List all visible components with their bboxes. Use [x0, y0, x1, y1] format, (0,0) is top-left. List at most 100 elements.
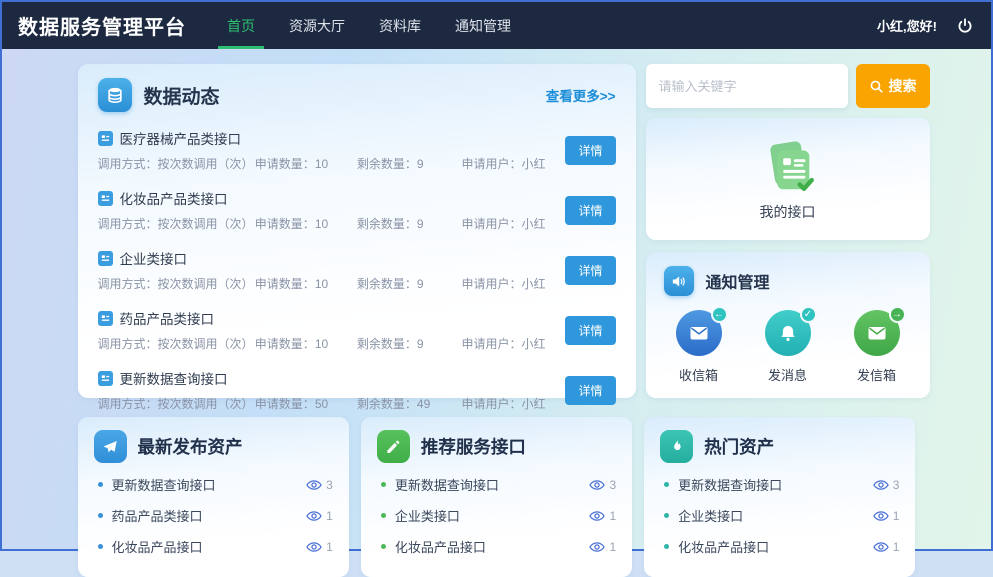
- asset-row[interactable]: 企业类接口 1: [660, 506, 899, 525]
- view-count: 1: [893, 540, 900, 554]
- user-value: 小红: [521, 277, 545, 291]
- bullet-dot: [664, 482, 669, 487]
- asset-row[interactable]: 化妆品产品接口 1: [660, 537, 899, 556]
- doc-icon: [98, 311, 113, 326]
- asset-title: 化妆品产品接口: [395, 537, 486, 556]
- app-title: 数据服务管理平台: [18, 11, 186, 40]
- user-greeting: 小红,您好!: [877, 16, 937, 35]
- latest-assets-card: 最新发布资产 更新数据查询接口 3 药品产品类接口 1 化妆品产品接口 1: [78, 417, 349, 577]
- data-item: 化妆品产品类接口 调用方式：按次数调用（次） 申请数量：10 剩余数量：9 申请…: [98, 188, 616, 232]
- recommended-services-title: 推荐服务接口: [421, 434, 526, 459]
- remain-value: 9: [417, 277, 424, 291]
- nav-tab-resource-hall[interactable]: 资源大厅: [272, 2, 362, 49]
- latest-assets-title: 最新发布资产: [138, 434, 243, 459]
- eye-icon: [306, 510, 322, 522]
- asset-row[interactable]: 企业类接口 1: [377, 506, 616, 525]
- notice-title: 通知管理: [706, 269, 770, 293]
- asset-row[interactable]: 更新数据查询接口 3: [660, 475, 899, 494]
- call-mode-label: 调用方式：: [98, 157, 158, 171]
- nav-tab-home[interactable]: 首页: [210, 2, 272, 49]
- database-icon: [98, 78, 132, 112]
- outbox-item[interactable]: → 发信箱: [854, 310, 900, 384]
- apply-value: 10: [315, 277, 328, 291]
- bullet-dot: [664, 513, 669, 518]
- doc-icon: [98, 251, 113, 266]
- view-count: 1: [326, 509, 333, 523]
- detail-button[interactable]: 详情: [565, 316, 615, 345]
- notice-management-card: 通知管理 ← 收信箱: [646, 252, 930, 398]
- apply-value: 10: [315, 217, 328, 231]
- inbox-item[interactable]: ← 收信箱: [676, 310, 722, 384]
- asset-row[interactable]: 更新数据查询接口 3: [94, 475, 333, 494]
- doc-icon: [98, 191, 113, 206]
- bullet-dot: [664, 544, 669, 549]
- remain-label: 剩余数量：: [357, 337, 417, 351]
- user-value: 小红: [521, 397, 545, 411]
- apply-label: 申请数量：: [255, 397, 315, 411]
- hot-assets-card: 热门资产 更新数据查询接口 3 企业类接口 1 化妆品产品接口 1: [644, 417, 915, 577]
- asset-row[interactable]: 化妆品产品接口 1: [94, 537, 333, 556]
- asset-row[interactable]: 更新数据查询接口 3: [377, 475, 616, 494]
- user-label: 申请用户：: [461, 157, 521, 171]
- my-api-card[interactable]: 我的接口: [646, 118, 930, 240]
- doc-icon: [98, 371, 113, 386]
- interface-title: 医疗器械产品类接口: [120, 128, 242, 148]
- eye-icon: [306, 479, 322, 491]
- view-count: 1: [609, 540, 616, 554]
- call-mode-label: 调用方式：: [98, 397, 158, 411]
- bullet-dot: [381, 513, 386, 518]
- my-api-docs-icon: [757, 136, 819, 198]
- inbox-arrow-badge: ←: [711, 306, 728, 323]
- data-item: 药品产品类接口 调用方式：按次数调用（次） 申请数量：10 剩余数量：9 申请用…: [98, 308, 616, 352]
- eye-icon: [873, 479, 889, 491]
- asset-row[interactable]: 药品产品类接口 1: [94, 506, 333, 525]
- user-value: 小红: [521, 157, 545, 171]
- apply-value: 10: [315, 157, 328, 171]
- view-count: 1: [609, 509, 616, 523]
- search-button[interactable]: 搜索: [856, 64, 930, 108]
- user-value: 小红: [521, 217, 545, 231]
- detail-button[interactable]: 详情: [565, 376, 615, 405]
- detail-button[interactable]: 详情: [565, 196, 615, 225]
- pencil-icon: [377, 430, 410, 463]
- remain-label: 剩余数量：: [357, 157, 417, 171]
- nav-tab-library[interactable]: 资料库: [362, 2, 438, 49]
- call-mode-label: 调用方式：: [98, 217, 158, 231]
- remain-value: 9: [417, 157, 424, 171]
- remain-value: 9: [417, 337, 424, 351]
- inbox-label: 收信箱: [679, 365, 718, 384]
- apply-label: 申请数量：: [255, 157, 315, 171]
- data-dynamics-title: 数据动态: [144, 82, 220, 109]
- asset-row[interactable]: 化妆品产品接口 1: [377, 537, 616, 556]
- nav-tab-notice[interactable]: 通知管理: [438, 2, 528, 49]
- user-label: 申请用户：: [461, 277, 521, 291]
- user-label: 申请用户：: [461, 397, 521, 411]
- apply-label: 申请数量：: [255, 277, 315, 291]
- bullet-dot: [98, 544, 103, 549]
- data-dynamics-card: 数据动态 查看更多>> 医疗器械产品类接口 调用方式：按次数调用（次） 申请数量…: [78, 64, 636, 398]
- user-label: 申请用户：: [461, 337, 521, 351]
- message-check-badge: ✓: [800, 306, 817, 323]
- call-mode-value: 按次数调用（次）: [158, 217, 254, 231]
- detail-button[interactable]: 详情: [565, 136, 615, 165]
- logout-power-icon[interactable]: [955, 16, 975, 36]
- remain-label: 剩余数量：: [357, 217, 417, 231]
- remain-value: 49: [417, 397, 430, 411]
- asset-title: 化妆品产品接口: [112, 537, 203, 556]
- asset-title: 药品产品类接口: [112, 506, 203, 525]
- outbox-label: 发信箱: [857, 365, 896, 384]
- user-value: 小红: [521, 337, 545, 351]
- bullet-dot: [381, 482, 386, 487]
- search-input[interactable]: [646, 64, 848, 108]
- eye-icon: [589, 479, 605, 491]
- data-item: 企业类接口 调用方式：按次数调用（次） 申请数量：10 剩余数量：9 申请用户：…: [98, 248, 616, 292]
- call-mode-value: 按次数调用（次）: [158, 397, 254, 411]
- asset-title: 更新数据查询接口: [112, 475, 216, 494]
- view-more-link[interactable]: 查看更多>>: [546, 85, 616, 105]
- asset-title: 化妆品产品接口: [678, 537, 769, 556]
- apply-label: 申请数量：: [255, 337, 315, 351]
- send-message-label: 发消息: [768, 365, 807, 384]
- send-message-item[interactable]: ✓ 发消息: [765, 310, 811, 384]
- doc-icon: [98, 131, 113, 146]
- detail-button[interactable]: 详情: [565, 256, 615, 285]
